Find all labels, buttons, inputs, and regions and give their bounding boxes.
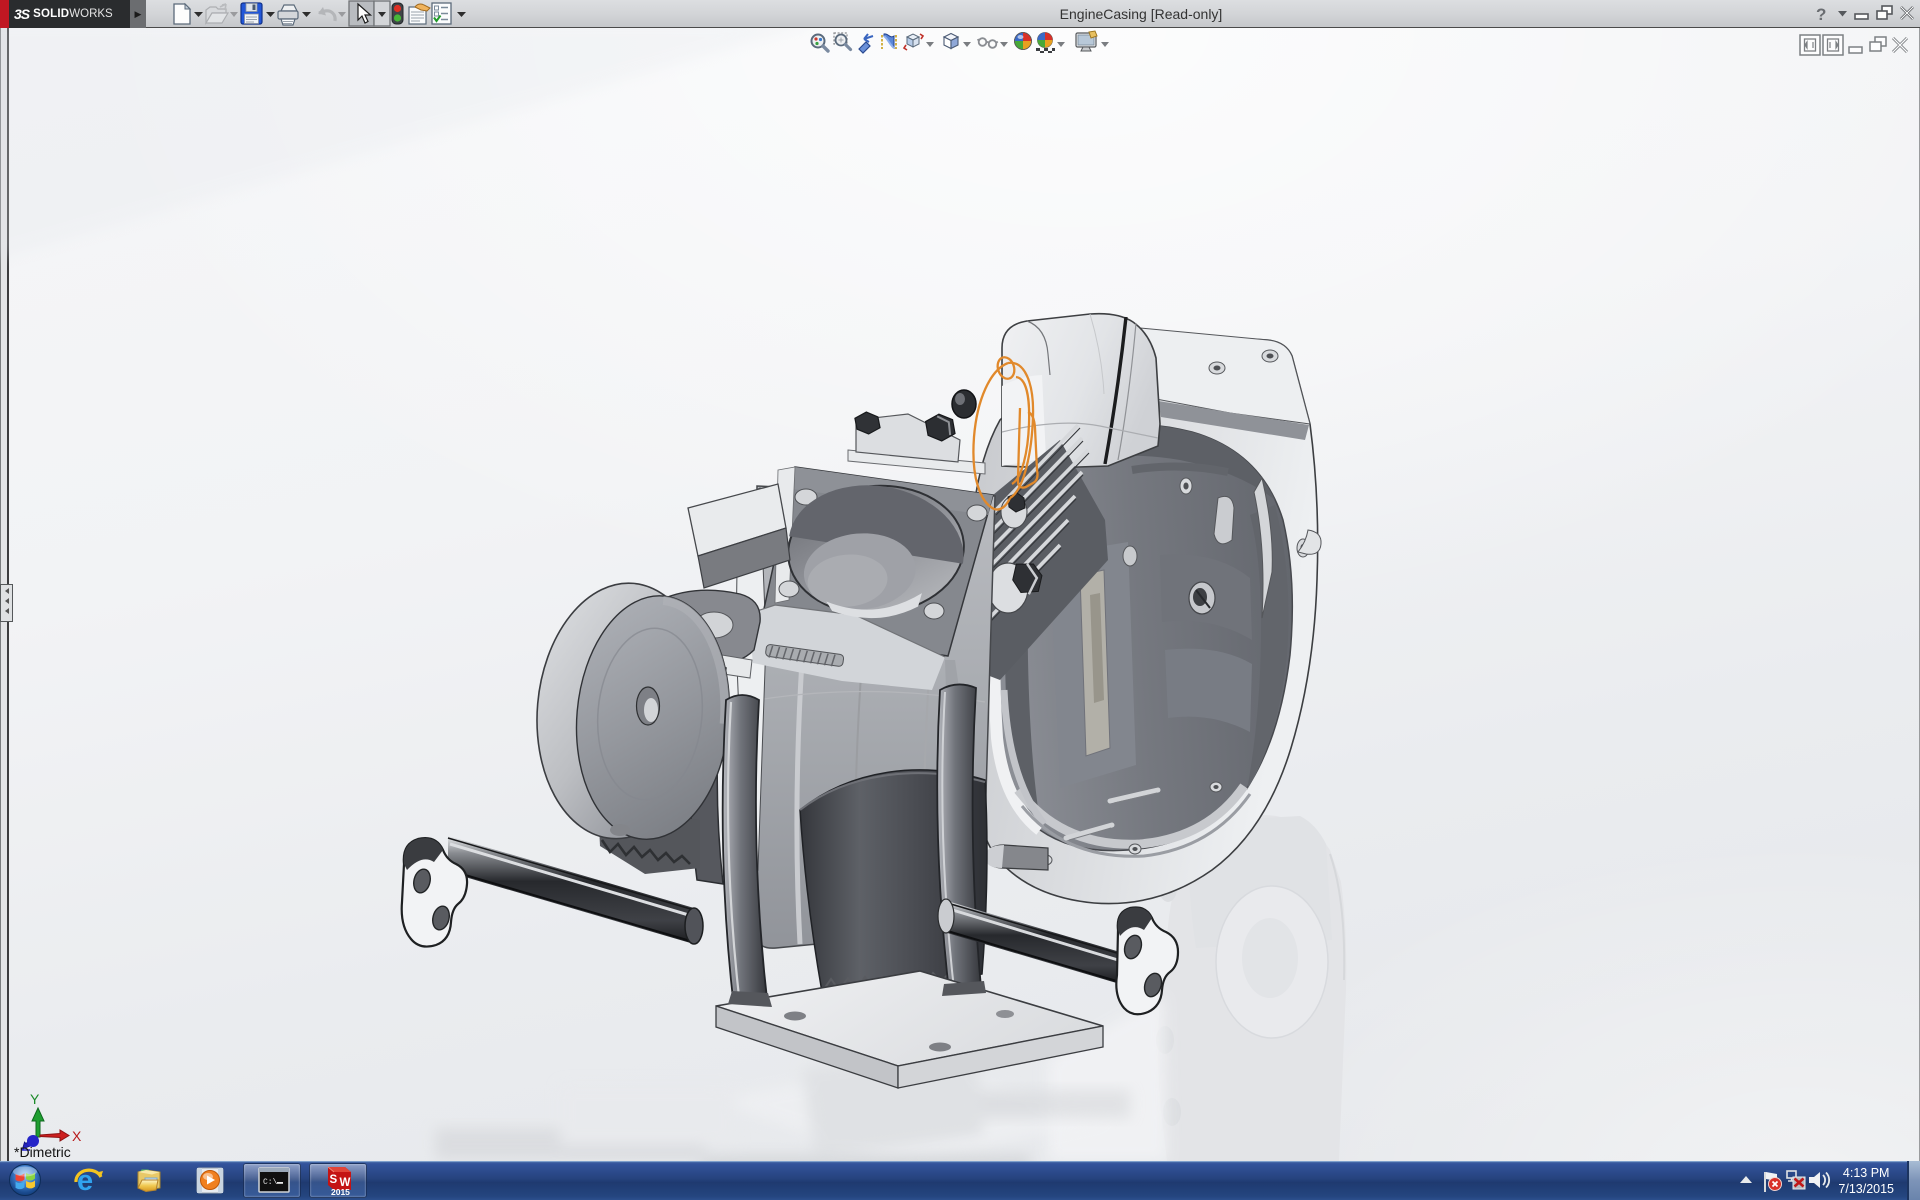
svg-text:S: S	[330, 1174, 338, 1186]
svg-text:C:\: C:\	[263, 1178, 278, 1187]
svg-text:?: ?	[1816, 5, 1826, 24]
svg-text:Y: Y	[30, 1091, 40, 1107]
svg-text:X: X	[72, 1128, 82, 1144]
svg-text:2015: 2015	[331, 1187, 350, 1197]
